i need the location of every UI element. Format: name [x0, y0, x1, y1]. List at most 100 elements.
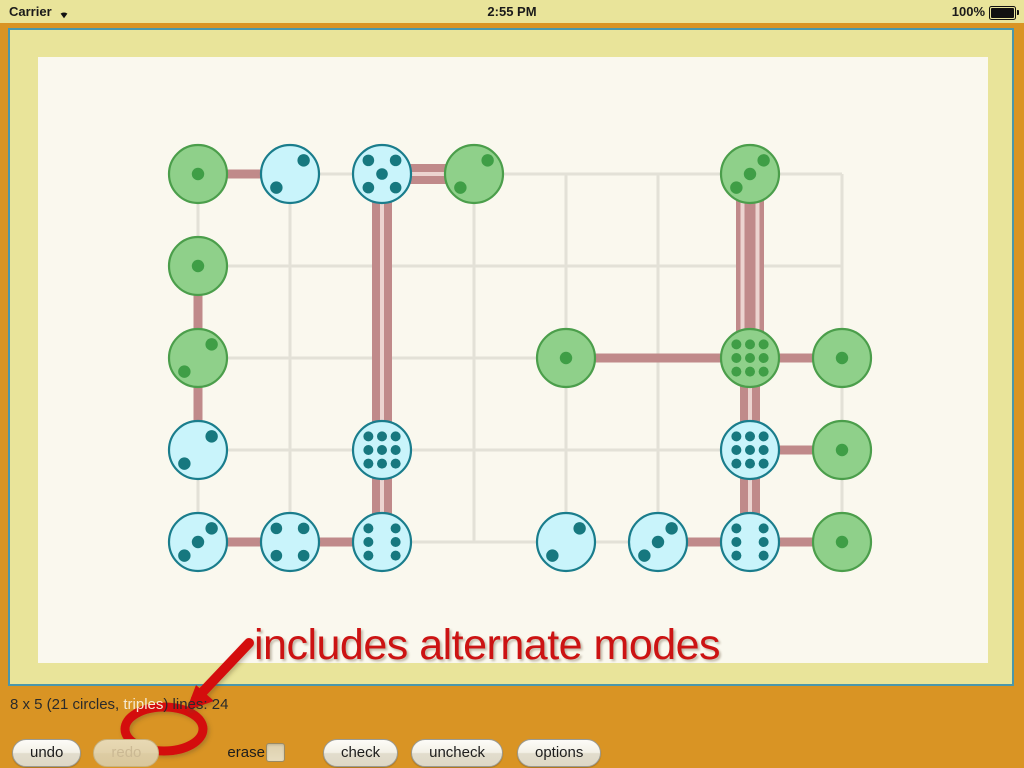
node-pip — [745, 458, 755, 469]
node-pip — [745, 431, 755, 442]
puzzle-node-blue[interactable] — [259, 143, 321, 205]
node-pip — [389, 154, 402, 167]
puzzle-node-green[interactable] — [811, 511, 873, 573]
puzzle-status-line: 8 x 5 (21 circles, triples) lines: 24 — [10, 696, 228, 713]
node-pip — [546, 549, 559, 562]
puzzle-node-blue[interactable] — [719, 511, 781, 573]
node-pip — [758, 366, 769, 377]
node-pip — [758, 445, 769, 455]
uncheck-button[interactable]: uncheck — [411, 738, 503, 767]
node-pip — [745, 353, 755, 363]
puzzle-node-green[interactable] — [443, 143, 505, 205]
node-pip — [205, 430, 218, 443]
puzzle-node-blue[interactable] — [167, 511, 229, 573]
puzzle-node-green[interactable] — [811, 327, 873, 389]
node-pip — [731, 537, 742, 547]
puzzle-board[interactable] — [38, 57, 988, 663]
node-pip — [651, 535, 665, 549]
node-pip — [390, 458, 401, 469]
node-pip — [731, 445, 742, 455]
node-pip — [191, 167, 205, 181]
puzzle-node-blue[interactable] — [351, 511, 413, 573]
node-pip — [758, 431, 769, 442]
puzzle-node-blue[interactable] — [351, 419, 413, 481]
status-bar-right: 100% — [951, 4, 1019, 20]
node-pip — [745, 445, 755, 455]
node-pip — [731, 353, 742, 363]
node-pip — [178, 365, 191, 378]
puzzle-node-green[interactable] — [811, 419, 873, 481]
battery-icon — [989, 5, 1019, 20]
node-pip — [191, 259, 205, 273]
node-pip — [743, 167, 757, 181]
node-pip — [731, 366, 742, 377]
node-pip — [191, 535, 205, 549]
puzzle-panel — [8, 28, 1014, 686]
puzzle-node-blue[interactable] — [719, 419, 781, 481]
node-pip — [363, 458, 374, 469]
node-pip — [758, 537, 769, 547]
node-pip — [481, 154, 494, 167]
node-pip — [638, 549, 651, 562]
node-pip — [297, 154, 310, 167]
node-pip — [363, 523, 374, 534]
bottom-toolbar: undo redo erase check uncheck options — [0, 730, 1024, 768]
erase-label: erase — [227, 744, 265, 761]
puzzle-node-green[interactable] — [535, 327, 597, 389]
node-pip — [758, 550, 769, 561]
options-button[interactable]: options — [517, 738, 602, 767]
puzzle-node-green[interactable] — [719, 327, 781, 389]
node-pip — [731, 458, 742, 469]
node-pip — [757, 154, 770, 167]
node-pip — [731, 431, 742, 442]
node-pip — [389, 181, 402, 194]
node-pip — [390, 537, 401, 547]
node-pip — [573, 522, 586, 535]
puzzle-canvas[interactable] — [38, 57, 988, 663]
puzzle-node-blue[interactable] — [627, 511, 689, 573]
status-mode-highlight: triples — [123, 696, 164, 713]
node-pip — [758, 339, 769, 350]
node-pip — [731, 550, 742, 561]
node-pip — [390, 431, 401, 442]
node-pip — [758, 353, 769, 363]
node-pip — [363, 537, 374, 547]
erase-checkbox[interactable] — [265, 743, 285, 762]
puzzle-node-blue[interactable] — [351, 143, 413, 205]
puzzle-node-green[interactable] — [167, 327, 229, 389]
puzzle-node-green[interactable] — [719, 143, 781, 205]
node-pip — [362, 154, 375, 167]
puzzle-node-blue[interactable] — [535, 511, 597, 573]
node-pip — [270, 549, 283, 562]
node-pip — [835, 351, 849, 365]
node-pip — [178, 549, 191, 562]
node-pip — [665, 522, 678, 535]
node-pip — [730, 181, 743, 194]
node-pip — [377, 431, 387, 442]
node-pip — [363, 550, 374, 561]
node-pip — [758, 458, 769, 469]
node-pip — [362, 181, 375, 194]
redo-button[interactable]: redo — [93, 738, 160, 767]
puzzle-node-blue[interactable] — [259, 511, 321, 573]
node-pip — [377, 458, 387, 469]
puzzle-node-blue[interactable] — [167, 419, 229, 481]
node-pip — [745, 366, 755, 377]
node-pip — [390, 550, 401, 561]
node-pip — [835, 443, 849, 457]
node-pip — [297, 522, 310, 535]
puzzle-node-green[interactable] — [167, 143, 229, 205]
node-pip — [363, 445, 374, 455]
puzzle-node-green[interactable] — [167, 235, 229, 297]
node-pip — [297, 549, 310, 562]
node-pip — [390, 445, 401, 455]
node-pip — [835, 535, 849, 549]
app-frame: includes alternate modes 8 x 5 (21 circl… — [0, 23, 1024, 768]
node-pip — [270, 181, 283, 194]
status-prefix: 8 x 5 (21 circles, — [10, 696, 124, 713]
undo-button[interactable]: undo — [12, 738, 82, 767]
battery-percent-label: 100% — [951, 4, 985, 19]
check-button[interactable]: check — [322, 738, 399, 767]
erase-control[interactable]: erase — [227, 743, 285, 762]
node-pip — [205, 522, 218, 535]
